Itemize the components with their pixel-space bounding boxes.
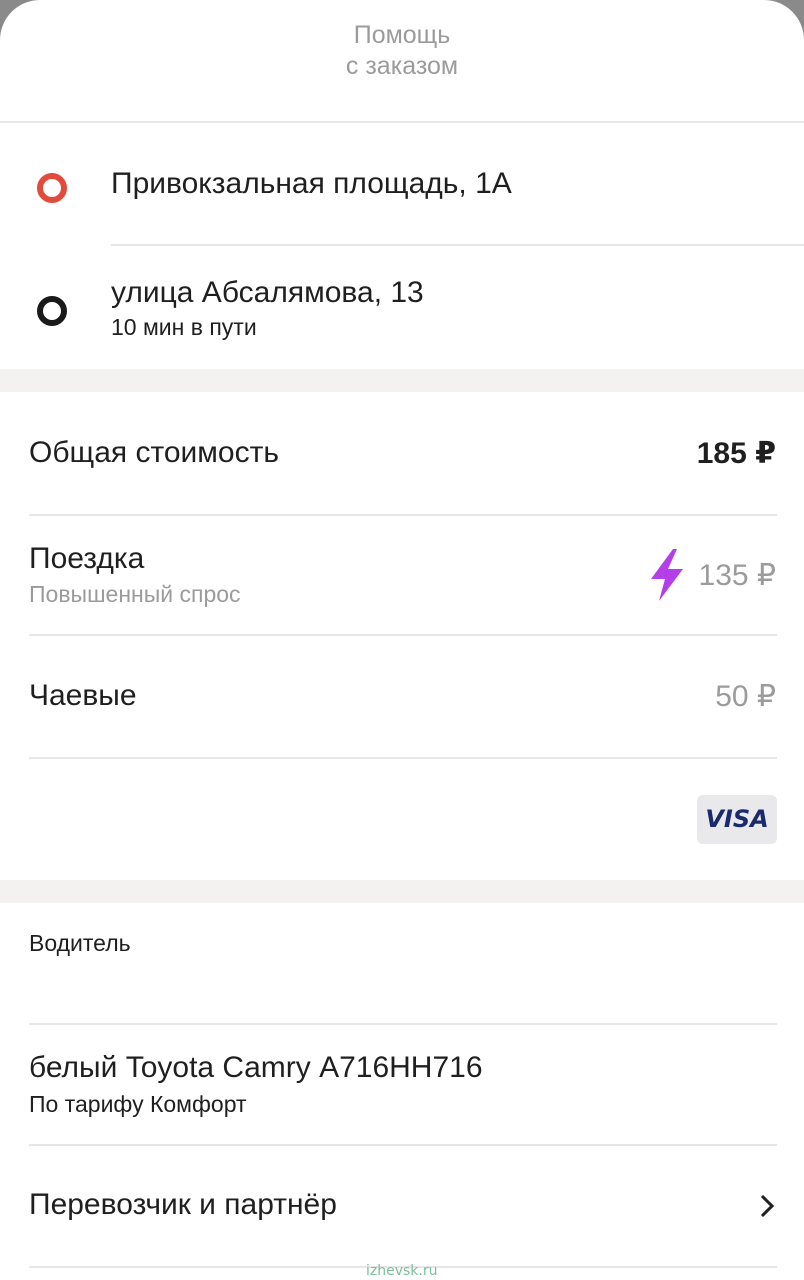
divider xyxy=(29,514,777,516)
watermark: izhevsk.ru xyxy=(366,1263,438,1279)
ride-label: Поездка xyxy=(29,542,145,575)
payment-card-visa-icon[interactable]: VISA xyxy=(697,795,777,844)
carrier-partner-row[interactable]: Перевозчик и партнёр xyxy=(0,1146,804,1266)
lightning-icon xyxy=(651,549,683,601)
divider xyxy=(29,757,777,759)
order-details-sheet: Помощь с заказом Привокзальная площадь, … xyxy=(0,0,804,1280)
carrier-partner-label: Перевозчик и партнёр xyxy=(29,1188,337,1221)
order-help-button[interactable]: Помощь с заказом xyxy=(302,20,502,86)
surge-note: Повышенный спрос xyxy=(29,581,241,607)
ride-cost-value: 135 ₽ xyxy=(698,559,776,592)
total-cost-value: 185 ₽ xyxy=(696,437,776,470)
to-address: улица Абсалямова, 13 xyxy=(111,276,424,309)
sheet-header: Помощь с заказом xyxy=(0,0,804,123)
destination-dot-icon xyxy=(37,296,67,326)
divider xyxy=(29,634,777,636)
section-separator xyxy=(0,369,804,392)
tips-value: 50 ₽ xyxy=(715,680,776,713)
route-from: Привокзальная площадь, 1А xyxy=(0,123,804,245)
from-address: Привокзальная площадь, 1А xyxy=(111,167,512,200)
chevron-right-icon xyxy=(760,1194,775,1218)
tips-label: Чаевые xyxy=(29,679,137,712)
total-cost-label: Общая стоимость xyxy=(29,436,279,469)
car-info: белый Toyota Camry А716НН716 xyxy=(29,1051,483,1084)
pickup-dot-icon xyxy=(37,173,67,203)
help-label-line1: Помощь xyxy=(353,21,451,49)
route-to: улица Абсалямова, 13 10 мин в пути xyxy=(0,246,804,368)
section-separator xyxy=(0,880,804,903)
divider xyxy=(29,1023,777,1025)
driver-section-title: Водитель xyxy=(29,930,131,956)
trip-duration: 10 мин в пути xyxy=(111,314,257,340)
help-label-line2: с заказом xyxy=(345,52,459,80)
tariff-info: По тарифу Комфорт xyxy=(29,1091,247,1117)
